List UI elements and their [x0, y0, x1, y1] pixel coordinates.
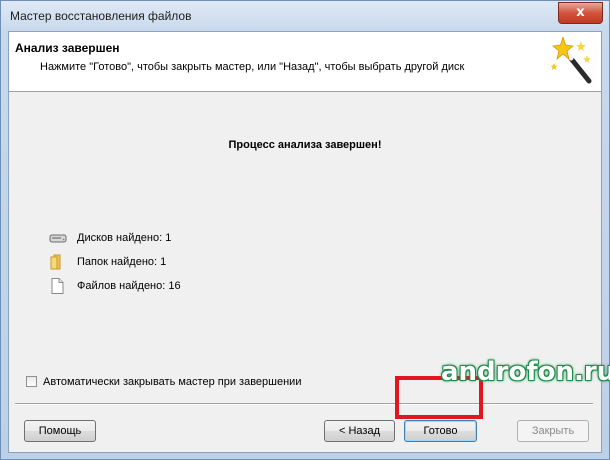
title-bar[interactable]: Мастер восстановления файлов x	[1, 1, 609, 31]
footer-divider	[15, 403, 593, 405]
finish-button[interactable]: Готово	[404, 420, 477, 442]
wizard-client-area: Анализ завершен Нажмите "Готово", чтобы …	[8, 31, 602, 453]
site-watermark: androfon.ru	[441, 357, 610, 387]
folders-found-label: Папок найдено: 1	[77, 256, 167, 268]
window-close-button[interactable]: x	[558, 2, 603, 24]
page-title: Анализ завершен	[15, 41, 120, 55]
drives-found-label: Дисков найдено: 1	[77, 232, 172, 244]
analysis-complete-message: Процесс анализа завершен!	[228, 139, 382, 151]
close-button: Закрыть	[517, 420, 589, 442]
back-button[interactable]: < Назад	[324, 420, 395, 442]
auto-close-checkbox[interactable]	[26, 376, 37, 387]
file-icon	[51, 278, 64, 294]
window-title: Мастер восстановления файлов	[10, 9, 192, 23]
wizard-header: Анализ завершен Нажмите "Готово", чтобы …	[9, 32, 601, 92]
folder-icon	[50, 254, 61, 270]
help-button[interactable]: Помощь	[24, 420, 96, 442]
wizard-window: Мастер восстановления файлов x Анализ за…	[0, 0, 610, 460]
drive-icon	[49, 234, 67, 243]
files-found-label: Файлов найдено: 16	[77, 280, 181, 292]
magic-wand-icon	[551, 37, 592, 84]
auto-close-label[interactable]: Автоматически закрывать мастер при завер…	[43, 376, 301, 388]
page-subtitle: Нажмите "Готово", чтобы закрыть мастер, …	[40, 61, 465, 73]
